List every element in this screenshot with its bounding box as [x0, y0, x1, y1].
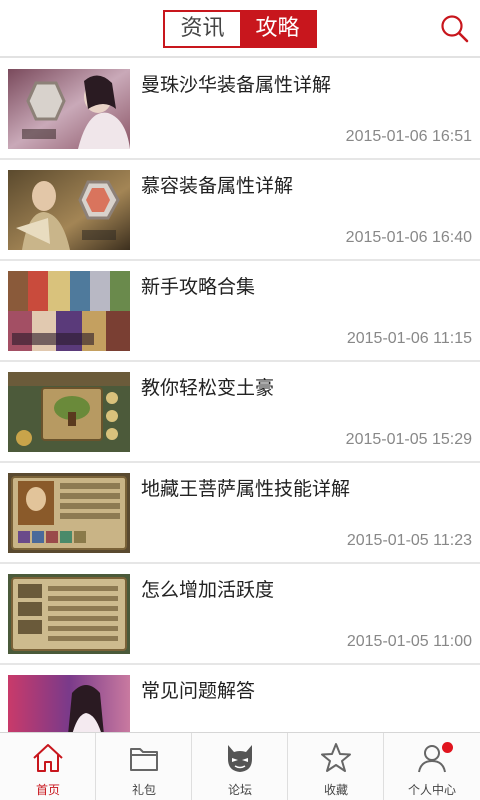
article-thumbnail	[8, 69, 130, 149]
article-item[interactable]: 教你轻松变土豪 2015-01-05 15:29	[0, 363, 480, 463]
tab-guides[interactable]: 攻略	[240, 12, 315, 46]
article-item[interactable]: 地藏王菩萨属性技能详解 2015-01-05 11:23	[0, 464, 480, 564]
article-title: 教你轻松变土豪	[141, 377, 275, 399]
article-time: 2015-01-05 11:00	[346, 633, 472, 650]
tab-label: 论坛	[227, 783, 252, 797]
top-bar: 资讯 攻略	[0, 0, 480, 58]
article-title: 曼珠沙华装备属性详解	[141, 74, 332, 96]
tab-gifts[interactable]: 礼包	[96, 733, 192, 800]
article-time: 2015-01-06 16:40	[345, 229, 472, 246]
article-title: 地藏王菩萨属性技能详解	[141, 478, 351, 500]
article-item[interactable]: 曼珠沙华装备属性详解 2015-01-06 16:51	[0, 60, 480, 160]
home-icon	[33, 744, 63, 772]
article-thumbnail	[8, 675, 130, 732]
article-time: 2015-01-06 16:51	[345, 128, 472, 145]
star-icon	[321, 743, 351, 772]
tab-forum[interactable]: 论坛	[192, 733, 288, 800]
tab-label: 首页	[35, 783, 60, 797]
search-button[interactable]	[440, 14, 470, 44]
article-time: 2015-01-05 11:23	[346, 532, 472, 549]
tab-home[interactable]: 首页	[0, 733, 96, 800]
bottom-tab-bar: 首页 礼包 论坛 收藏 个人中心	[0, 732, 480, 800]
article-time: 2015-01-06 11:15	[346, 330, 472, 347]
article-item[interactable]: 慕容装备属性详解 2015-01-06 16:40	[0, 161, 480, 261]
article-thumbnail	[8, 170, 130, 250]
article-title: 慕容装备属性详解	[141, 175, 294, 197]
tab-profile[interactable]: 个人中心	[384, 733, 480, 800]
article-thumbnail	[8, 372, 130, 452]
forum-mask-icon	[228, 745, 252, 772]
article-item[interactable]: 常见问题解答	[0, 666, 480, 732]
tab-favorites[interactable]: 收藏	[288, 733, 384, 800]
category-segmented-control: 资讯 攻略	[163, 10, 317, 48]
article-thumbnail	[8, 574, 130, 654]
article-title: 常见问题解答	[141, 680, 256, 702]
article-thumbnail	[8, 473, 130, 553]
tab-label: 个人中心	[407, 783, 456, 797]
article-thumbnail	[8, 271, 130, 351]
article-item[interactable]: 新手攻略合集 2015-01-06 11:15	[0, 262, 480, 362]
article-time: 2015-01-05 15:29	[345, 431, 472, 448]
article-item[interactable]: 怎么增加活跃度 2015-01-05 11:00	[0, 565, 480, 665]
folder-icon	[130, 748, 158, 771]
tab-label: 礼包	[131, 783, 156, 797]
notification-dot	[442, 742, 453, 753]
search-icon	[441, 15, 469, 43]
tab-news[interactable]: 资讯	[165, 12, 240, 46]
article-list: 曼珠沙华装备属性详解 2015-01-06 16:51 慕容装备属性详解 201…	[0, 60, 480, 732]
tab-label: 收藏	[323, 783, 348, 797]
article-title: 新手攻略合集	[141, 276, 256, 298]
article-title: 怎么增加活跃度	[141, 579, 275, 601]
